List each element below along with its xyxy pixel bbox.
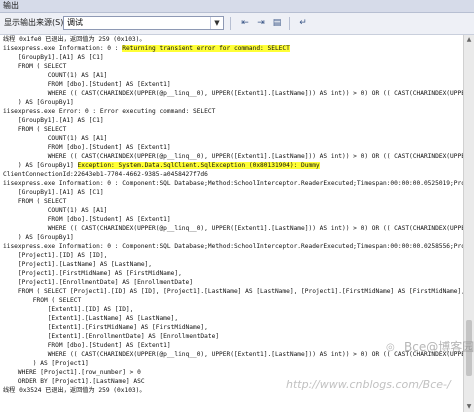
scroll-up-icon[interactable]: ▲ xyxy=(464,35,474,45)
output-line: [GroupBy1].[A1] AS [C1] xyxy=(3,54,104,61)
output-line: [GroupBy1].[A1] AS [C1] xyxy=(3,189,104,196)
output-line: ClientConnectionId:22643eb1-7704-4662-93… xyxy=(3,171,208,178)
output-line: 线程 0x1fe0 已退出，返回值为 259 (0x103)。 xyxy=(3,36,146,43)
blog-logo-icon: ◎ xyxy=(386,342,395,353)
output-line: [GroupBy1].[A1] AS [C1] xyxy=(3,117,104,124)
word-wrap-icon[interactable]: ↵ xyxy=(295,16,311,31)
output-line: FROM [dbo].[Student] AS [Extent1] xyxy=(3,216,171,223)
output-line: iisexpress.exe Error: 0 : Error executin… xyxy=(3,108,216,115)
go-to-next-icon[interactable]: ⇥ xyxy=(253,16,269,31)
output-line: FROM ( SELECT xyxy=(3,63,67,70)
output-line: FROM [dbo].[Student] AS [Extent1] xyxy=(3,342,171,349)
output-line: [Project1].[ID] AS [ID], xyxy=(3,252,108,259)
go-to-previous-icon[interactable]: ⇤ xyxy=(237,16,253,31)
output-line: [Extent1].[ID] AS [ID], xyxy=(3,306,134,313)
output-line: COUNT(1) AS [A1] xyxy=(3,135,108,142)
output-line: iisexpress.exe Information: 0 : Componen… xyxy=(3,243,463,250)
output-window-titlebar: 输出 xyxy=(0,0,474,13)
output-line: [Extent1].[LastName] AS [LastName], xyxy=(3,315,179,322)
output-line: ) AS [GroupBy1] xyxy=(3,99,74,106)
source-label: 显示输出来源(S): xyxy=(4,18,67,27)
output-line: FROM ( SELECT xyxy=(3,198,67,205)
output-line: COUNT(1) AS [A1] xyxy=(3,207,108,214)
toolbar-separator xyxy=(230,17,231,30)
output-line-text: iisexpress.exe Information: 0 : xyxy=(3,45,123,52)
vertical-scrollbar[interactable]: ▲ ▼ xyxy=(463,35,474,412)
watermark-text: Bce@博客园 xyxy=(404,340,474,354)
output-line: iisexpress.exe Information: 0 : Componen… xyxy=(3,180,463,187)
output-text-area[interactable]: 线程 0x1fe0 已退出，返回值为 259 (0x103)。 iisexpres… xyxy=(0,35,463,412)
output-line: FROM ( SELECT xyxy=(3,297,82,304)
watermark-url: http://www.cnblogs.com/Bce-/ xyxy=(286,378,451,391)
output-line: FROM ( SELECT xyxy=(3,126,67,133)
highlighted-text: Returning transient error for command: S… xyxy=(122,45,290,52)
output-line: ) AS [GroupBy1] Exception: System.Data.S… xyxy=(3,161,320,170)
output-line: WHERE (( CAST(CHARINDEX(UPPER(@p__linq__… xyxy=(3,225,463,232)
chevron-down-icon[interactable]: ▼ xyxy=(210,17,223,29)
output-line: [Extent1].[FirstMidName] AS [FirstMidNam… xyxy=(3,324,208,331)
output-line: [Project1].[EnrollmentDate] AS [Enrollme… xyxy=(3,279,193,286)
scroll-down-icon[interactable]: ▼ xyxy=(464,402,474,412)
output-line: ) AS [GroupBy1] xyxy=(3,234,74,241)
output-line: WHERE (( CAST(CHARINDEX(UPPER(@p__linq__… xyxy=(3,153,463,160)
output-line: ORDER BY [Project1].[LastName] ASC xyxy=(3,378,145,385)
output-line: COUNT(1) AS [A1] xyxy=(3,72,108,79)
highlighted-text: Exception: System.Data.SqlClient.SqlExce… xyxy=(77,162,320,169)
output-line: iisexpress.exe Information: 0 : Returnin… xyxy=(3,44,290,53)
output-line: [Project1].[LastName] AS [LastName], xyxy=(3,261,153,268)
output-line: FROM ( SELECT [Project1].[ID] AS [ID], [… xyxy=(3,288,463,295)
output-line: WHERE [Project1].[row_number] > 0 xyxy=(3,369,141,376)
output-line: ) AS [Project1] xyxy=(3,360,89,367)
output-line: WHERE (( CAST(CHARINDEX(UPPER(@p__linq__… xyxy=(3,90,463,97)
output-line: FROM [dbo].[Student] AS [Extent1] xyxy=(3,81,171,88)
output-toolbar: 显示输出来源(S): 调试 ▼ ⇤ ⇥ ▤ ↵ xyxy=(0,13,474,35)
output-line: FROM [dbo].[Student] AS [Extent1] xyxy=(3,144,171,151)
output-line: [Project1].[FirstMidName] AS [FirstMidNa… xyxy=(3,270,182,277)
output-line: [Extent1].[EnrollmentDate] AS [Enrollmen… xyxy=(3,333,220,340)
clear-all-icon[interactable]: ▤ xyxy=(269,16,285,31)
output-source-value: 调试 xyxy=(67,18,83,27)
window-title: 输出 xyxy=(3,1,19,10)
toolbar-separator xyxy=(289,17,290,30)
output-line-text: ) AS [GroupBy1] xyxy=(3,162,78,169)
output-line: 线程 0x3524 已退出，返回值为 259 (0x103)。 xyxy=(3,387,146,394)
output-source-dropdown[interactable]: 调试 ▼ xyxy=(63,16,224,30)
